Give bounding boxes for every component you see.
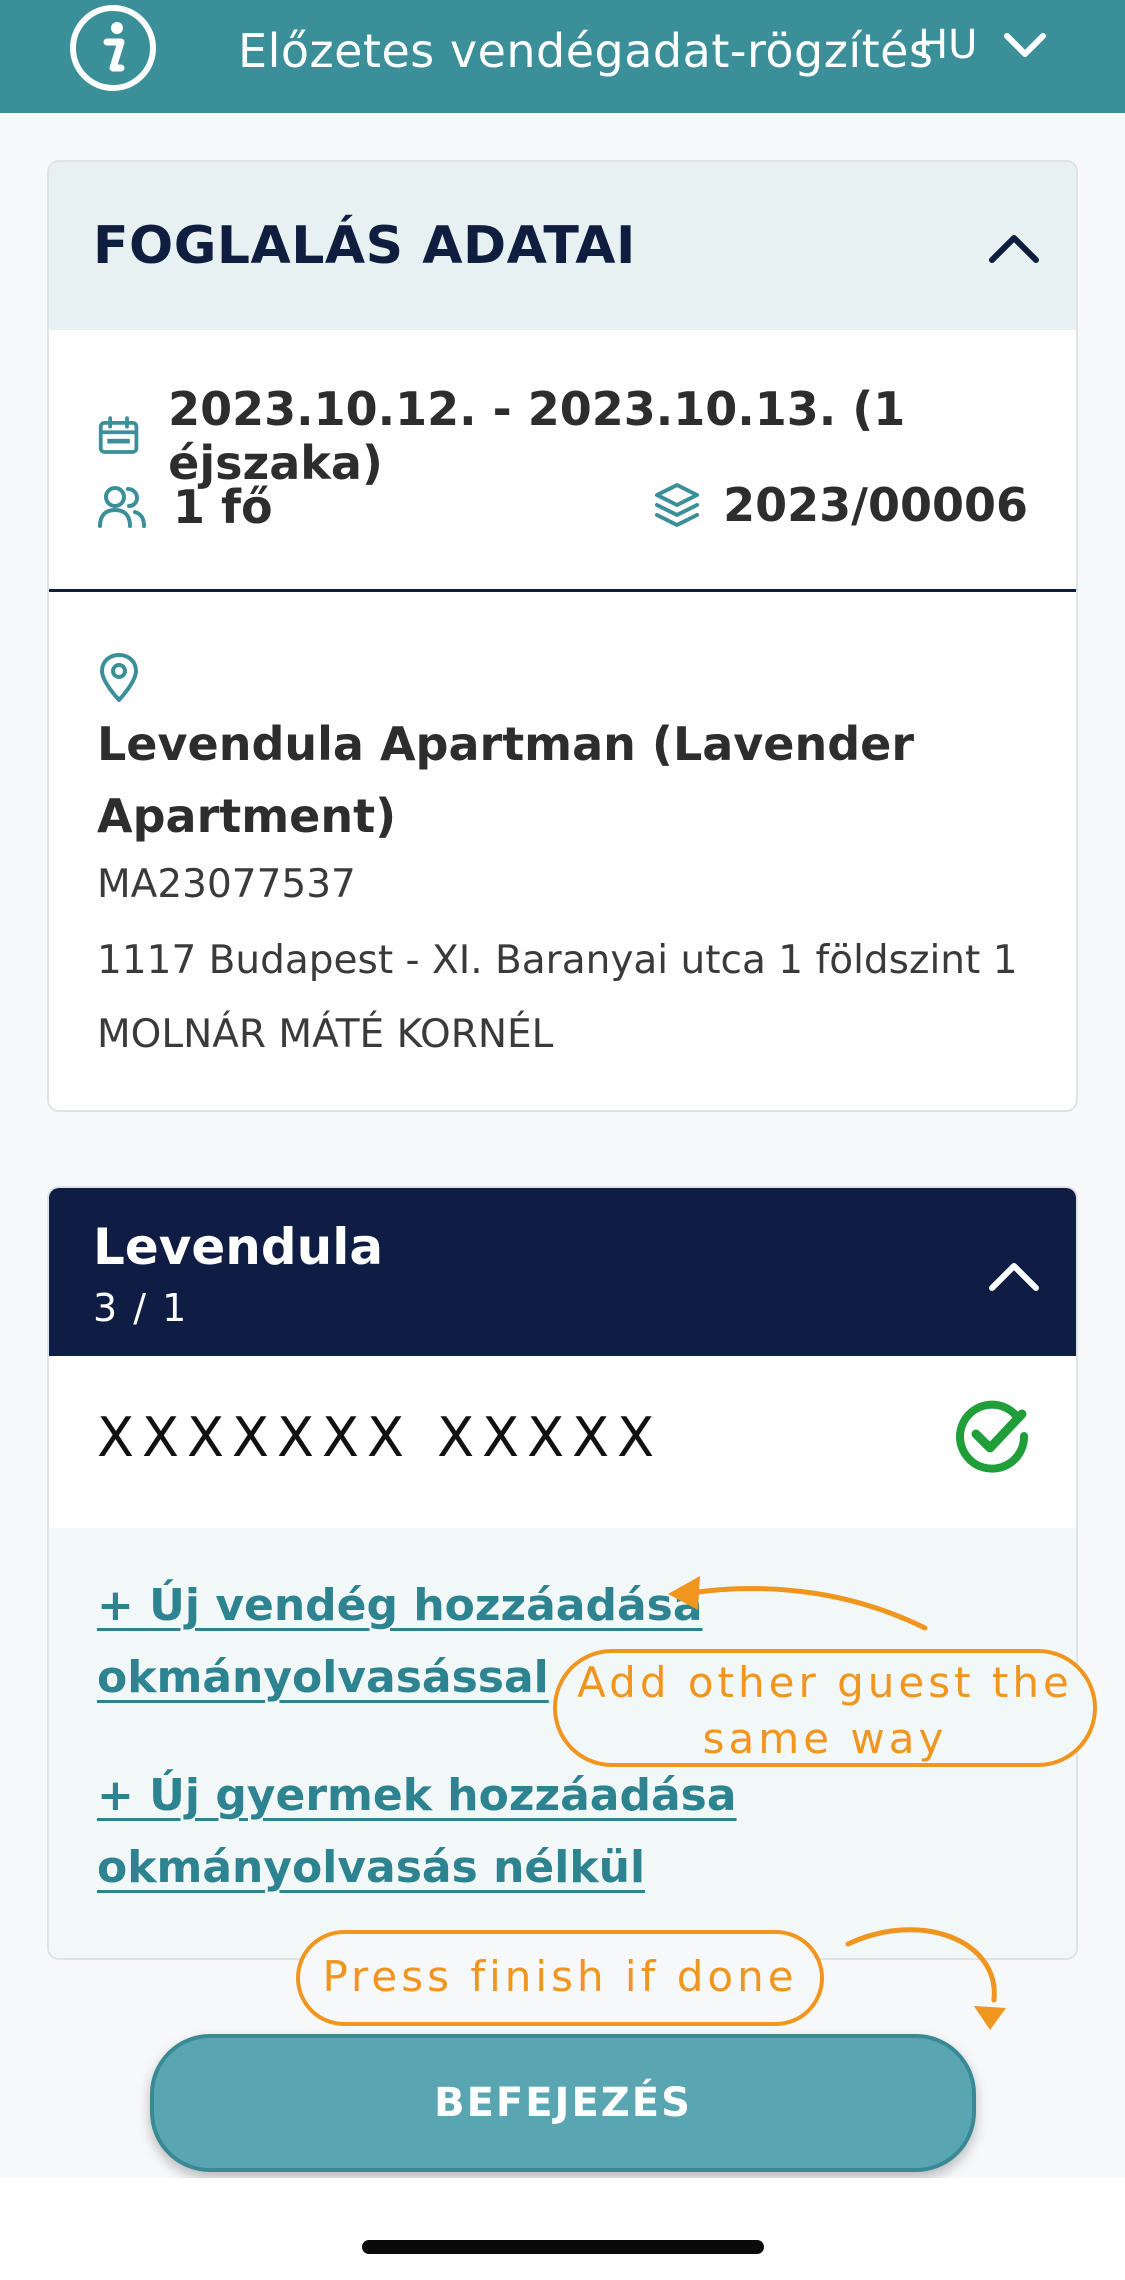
guest-row[interactable]: XXXXXXX XXXXX xyxy=(49,1356,1076,1528)
persons-count: 1 fő xyxy=(173,480,273,534)
booking-details-card: FOGLALÁS ADATAI 2023.10.12. - 2023.10.13… xyxy=(47,160,1078,1112)
booking-card-title: FOGLALÁS ADATAI xyxy=(93,216,636,276)
language-selector[interactable]: HU xyxy=(918,22,1047,68)
annotation-add-guest: Add other guest the same way xyxy=(553,1649,1097,1767)
room-card-header[interactable]: Levendula 3 / 1 xyxy=(49,1188,1076,1356)
finish-button[interactable]: BEFEJEZÉS xyxy=(150,2034,976,2172)
room-title: Levendula xyxy=(93,1218,384,1276)
info-circle-icon[interactable] xyxy=(67,2,159,94)
layers-icon xyxy=(655,483,700,527)
annotation-finish: Press finish if done xyxy=(296,1930,824,2026)
persons-row: 1 fő xyxy=(97,480,273,534)
divider xyxy=(49,589,1076,592)
apartment-code: MA23077537 xyxy=(97,862,356,907)
booking-card-header[interactable]: FOGLALÁS ADATAI xyxy=(49,162,1076,330)
users-icon xyxy=(98,486,146,528)
booking-dates-row: 2023.10.12. - 2023.10.13. (1 éjszaka) xyxy=(97,382,1076,490)
booking-dates: 2023.10.12. - 2023.10.13. (1 éjszaka) xyxy=(168,382,906,490)
guest-name: XXXXXXX XXXXX xyxy=(97,1406,663,1469)
chevron-up-icon[interactable] xyxy=(984,1256,1044,1296)
calendar-icon xyxy=(98,416,139,454)
chevron-up-icon[interactable] xyxy=(984,228,1044,268)
chevron-down-icon xyxy=(1004,33,1047,57)
location-pin-icon xyxy=(100,653,138,702)
apartment-name: Levendula Apartman (Lavender Apartment) xyxy=(97,717,915,843)
language-label: HU xyxy=(918,22,978,68)
room-card: Levendula 3 / 1 XXXXXXX XXXXX + Új vendé… xyxy=(47,1186,1078,1960)
room-subtitle: 3 / 1 xyxy=(93,1286,189,1330)
top-bar: Előzetes vendégadat-rögzítés HU xyxy=(0,0,1125,113)
add-child-without-document-link[interactable]: + Új gyermek hozzáadása okmányolvasás né… xyxy=(97,1760,797,1904)
apartment-owner: MOLNÁR MÁTÉ KORNÉL xyxy=(97,1012,554,1057)
bottom-safe-area xyxy=(0,2178,1125,2280)
page-title: Előzetes vendégadat-rögzítés xyxy=(238,24,934,78)
home-indicator xyxy=(362,2240,764,2254)
booking-number-row: 2023/00006 xyxy=(653,478,1028,532)
check-circle-icon xyxy=(956,1400,1029,1473)
apartment-address: 1117 Budapest - XI. Baranyai utca 1 föld… xyxy=(97,938,1018,983)
booking-number: 2023/00006 xyxy=(723,478,1028,532)
